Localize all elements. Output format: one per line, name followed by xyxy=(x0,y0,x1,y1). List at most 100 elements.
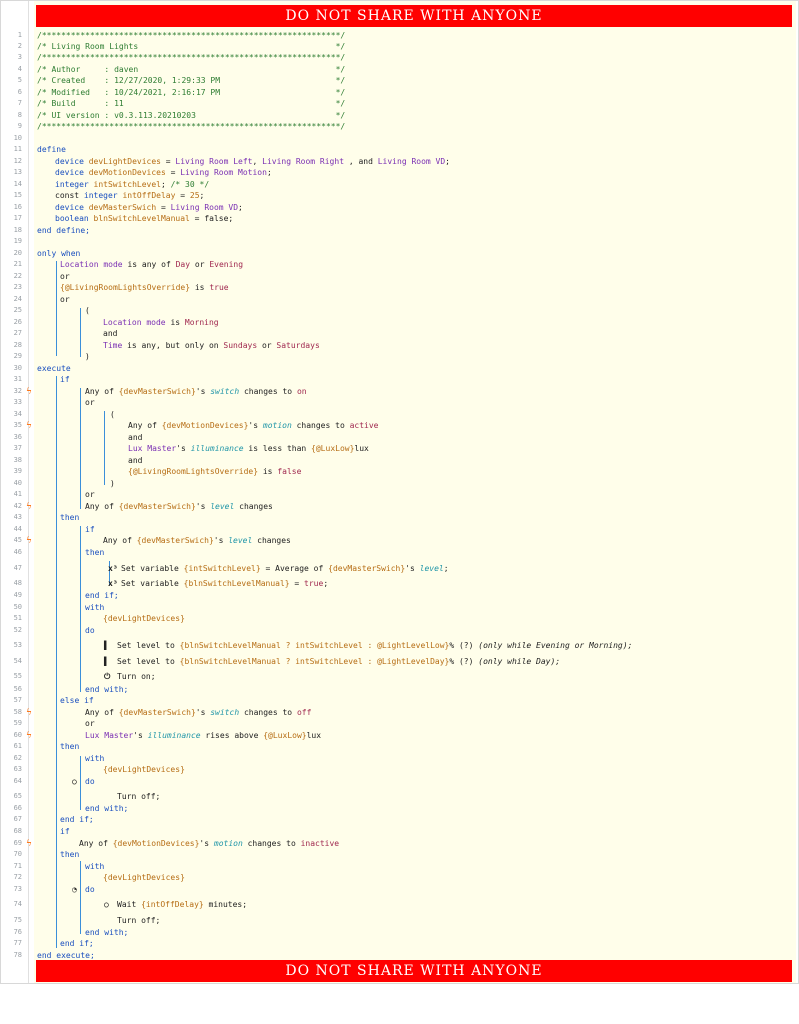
code-token: /* 30 */ xyxy=(170,180,210,189)
code-text[interactable]: Wait {intOffDelay} minutes; xyxy=(117,899,247,911)
code-text[interactable]: then xyxy=(60,512,79,524)
code-text[interactable]: Turn off; xyxy=(117,791,160,803)
code-text[interactable]: Time is any, but only on Sundays or Satu… xyxy=(103,340,320,352)
code-text[interactable]: /* Living Room Lights */ xyxy=(37,41,345,53)
code-text[interactable]: /***************************************… xyxy=(37,30,345,42)
code-text[interactable]: const integer intOffDelay = 25; xyxy=(55,190,204,202)
code-text[interactable]: ) xyxy=(85,351,90,363)
line-number: 76 xyxy=(13,928,22,936)
code-token: Any of xyxy=(85,708,119,717)
code-text[interactable]: with xyxy=(85,602,104,614)
code-token: or xyxy=(190,260,210,269)
code-text[interactable]: else if xyxy=(60,695,94,707)
code-text[interactable]: with xyxy=(85,861,104,873)
code-token: Day xyxy=(536,657,551,666)
line-number: 3 xyxy=(17,53,22,61)
code-text[interactable]: with xyxy=(85,753,104,765)
code-text[interactable]: do xyxy=(85,625,95,637)
code-token: do xyxy=(85,626,95,635)
code-text[interactable]: Turn off; xyxy=(117,915,160,927)
code-text[interactable]: and xyxy=(128,432,142,444)
code-text[interactable]: only when xyxy=(37,248,80,260)
code-text[interactable]: {@LivingRoomLightsOverride} is true xyxy=(60,282,229,294)
code-text[interactable]: {@LivingRoomLightsOverride} is false xyxy=(128,466,301,478)
code-line: 20 only when xyxy=(1,248,798,260)
line-number: 9 xyxy=(17,122,22,130)
line-number: 53 xyxy=(13,641,22,649)
code-token: changes to xyxy=(291,421,350,430)
code-text[interactable]: ) xyxy=(110,478,115,490)
code-text[interactable]: device devMotionDevices = Living Room Mo… xyxy=(55,167,272,179)
code-text[interactable]: end if; xyxy=(85,590,119,602)
code-text[interactable]: Any of {devMasterSwich}'s level changes xyxy=(85,501,273,513)
code-text[interactable]: then xyxy=(60,741,79,753)
code-text[interactable]: or xyxy=(60,294,70,306)
code-text[interactable]: end define; xyxy=(37,225,90,237)
code-text[interactable]: /* Build : 11 */ xyxy=(37,98,345,110)
code-text[interactable]: /* UI version : v0.3.113.20210203 */ xyxy=(37,110,345,122)
line-number: 47 xyxy=(13,564,22,572)
code-text[interactable]: Lux Master's illuminance rises above {@L… xyxy=(85,730,321,742)
code-text[interactable]: end if; xyxy=(60,814,94,826)
code-text[interactable]: {devLightDevices} xyxy=(103,872,185,884)
code-text[interactable]: Any of {devMasterSwich}'s switch changes… xyxy=(85,386,307,398)
code-text[interactable]: Set variable {intSwitchLevel} = Average … xyxy=(121,563,449,575)
code-text[interactable]: execute xyxy=(37,363,71,375)
code-text[interactable]: /***************************************… xyxy=(37,121,345,133)
code-text[interactable]: or xyxy=(60,271,70,283)
code-text[interactable]: Set variable {blnSwitchLevelManual} = tr… xyxy=(121,578,328,590)
code-token: = xyxy=(156,203,171,212)
line-number: 7 xyxy=(17,99,22,107)
code-text[interactable]: Set level to {blnSwitchLevelManual ? int… xyxy=(117,640,632,652)
code-text[interactable]: or xyxy=(85,489,95,501)
code-text[interactable]: do xyxy=(85,776,95,788)
line-number: 32 xyxy=(13,387,22,395)
code-text[interactable]: then xyxy=(85,547,104,559)
code-text[interactable]: define xyxy=(37,144,66,156)
code-token: = xyxy=(289,579,305,588)
code-text[interactable]: if xyxy=(60,826,70,838)
code-text[interactable]: device devLightDevices = Living Room Lef… xyxy=(55,156,450,168)
code-text[interactable]: or xyxy=(85,397,95,409)
code-text[interactable]: ( xyxy=(110,409,115,421)
code-text[interactable]: {devLightDevices} xyxy=(103,613,185,625)
code-text[interactable]: and xyxy=(128,455,142,467)
code-token: ; xyxy=(199,191,205,200)
code-token: {blnSwitchLevelManual} xyxy=(183,579,290,588)
code-text[interactable]: end if; xyxy=(60,938,94,950)
code-text[interactable]: Any of {devMotionDevices}'s motion chang… xyxy=(79,838,339,850)
code-text[interactable]: or xyxy=(85,718,95,730)
code-text[interactable]: do xyxy=(85,884,95,896)
code-token: % (?) xyxy=(449,657,479,666)
code-text[interactable]: Turn on; xyxy=(117,671,156,683)
code-text[interactable]: end with; xyxy=(85,684,128,696)
code-text[interactable]: and xyxy=(103,328,117,340)
code-text[interactable]: Any of {devMasterSwich}'s level changes xyxy=(103,535,291,547)
code-text[interactable]: Lux Master's illuminance is less than {@… xyxy=(128,443,369,455)
code-text[interactable]: end with; xyxy=(85,927,128,939)
code-text[interactable]: then xyxy=(60,849,79,861)
code-text[interactable]: {devLightDevices} xyxy=(103,764,185,776)
code-token: end if; xyxy=(60,939,94,948)
code-text[interactable]: boolean blnSwitchLevelManual = false; xyxy=(55,213,233,225)
code-text[interactable]: if xyxy=(85,524,95,536)
code-text[interactable]: end with; xyxy=(85,803,128,815)
code-text[interactable]: Any of {devMasterSwich}'s switch changes… xyxy=(85,707,311,719)
code-text[interactable]: /***************************************… xyxy=(37,52,345,64)
code-text[interactable]: Set level to {blnSwitchLevelManual ? int… xyxy=(117,656,560,668)
code-token: Any of xyxy=(85,502,119,511)
code-text[interactable]: /* Created : 12/27/2020, 1:29:33 PM */ xyxy=(37,75,345,87)
code-text[interactable]: device devMasterSwich = Living Room VD; xyxy=(55,202,243,214)
code-line: 59 or xyxy=(1,718,798,730)
code-text[interactable]: if xyxy=(60,374,70,386)
line-number: 37 xyxy=(13,444,22,452)
code-text[interactable]: Location mode is any of Day or Evening xyxy=(60,259,243,271)
code-text[interactable]: integer intSwitchLevel; /* 30 */ xyxy=(55,179,209,191)
code-text[interactable]: /* Author : daven */ xyxy=(37,64,345,76)
code-text[interactable]: /* Modified : 10/24/2021, 2:16:17 PM */ xyxy=(37,87,345,99)
code-line: 62 with xyxy=(1,753,798,765)
code-text[interactable]: Location mode is Morning xyxy=(103,317,219,329)
line-number: 64 xyxy=(13,777,22,785)
code-text[interactable]: ( xyxy=(85,305,90,317)
code-text[interactable]: Any of {devMotionDevices}'s motion chang… xyxy=(128,420,378,432)
